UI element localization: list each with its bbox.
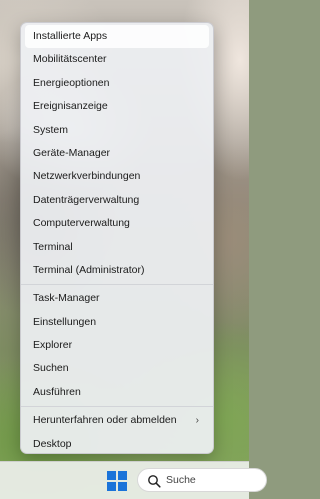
menu-item-label: Herunterfahren oder abmelden xyxy=(33,414,177,427)
windows-logo-icon[interactable] xyxy=(107,471,127,491)
menu-separator xyxy=(21,284,213,286)
menu-separator xyxy=(21,406,213,408)
menu-item-computer-management[interactable]: Computerverwaltung xyxy=(25,212,209,235)
menu-item-disk-management[interactable]: Datenträgerverwaltung xyxy=(25,189,209,212)
menu-item-system[interactable]: System xyxy=(25,119,209,142)
search-placeholder: Suche xyxy=(166,474,196,486)
search-icon xyxy=(148,475,161,488)
chevron-right-icon: › xyxy=(195,415,199,427)
menu-item-mobility-center[interactable]: Mobilitätscenter xyxy=(25,48,209,71)
menu-item-terminal[interactable]: Terminal xyxy=(25,236,209,259)
menu-item-power-options[interactable]: Energieoptionen xyxy=(25,72,209,95)
menu-item-run[interactable]: Ausführen xyxy=(25,381,209,404)
quick-link-menu: Installierte Apps Mobilitätscenter Energ… xyxy=(20,22,214,454)
menu-item-terminal-admin[interactable]: Terminal (Administrator) xyxy=(25,259,209,282)
menu-item-search[interactable]: Suchen xyxy=(25,357,209,380)
menu-item-network-connections[interactable]: Netzwerkverbindungen xyxy=(25,165,209,188)
menu-item-explorer[interactable]: Explorer xyxy=(25,334,209,357)
menu-item-device-manager[interactable]: Geräte-Manager xyxy=(25,142,209,165)
menu-item-event-viewer[interactable]: Ereignisanzeige xyxy=(25,95,209,118)
menu-item-shutdown-signout[interactable]: Herunterfahren oder abmelden › xyxy=(25,409,209,432)
menu-item-desktop[interactable]: Desktop xyxy=(25,433,209,456)
menu-item-installed-apps[interactable]: Installierte Apps xyxy=(25,25,209,49)
menu-item-settings[interactable]: Einstellungen xyxy=(25,311,209,334)
taskbar-search-box[interactable]: Suche xyxy=(137,468,267,492)
menu-item-task-manager[interactable]: Task-Manager xyxy=(25,287,209,310)
taskbar: Suche xyxy=(0,461,267,499)
